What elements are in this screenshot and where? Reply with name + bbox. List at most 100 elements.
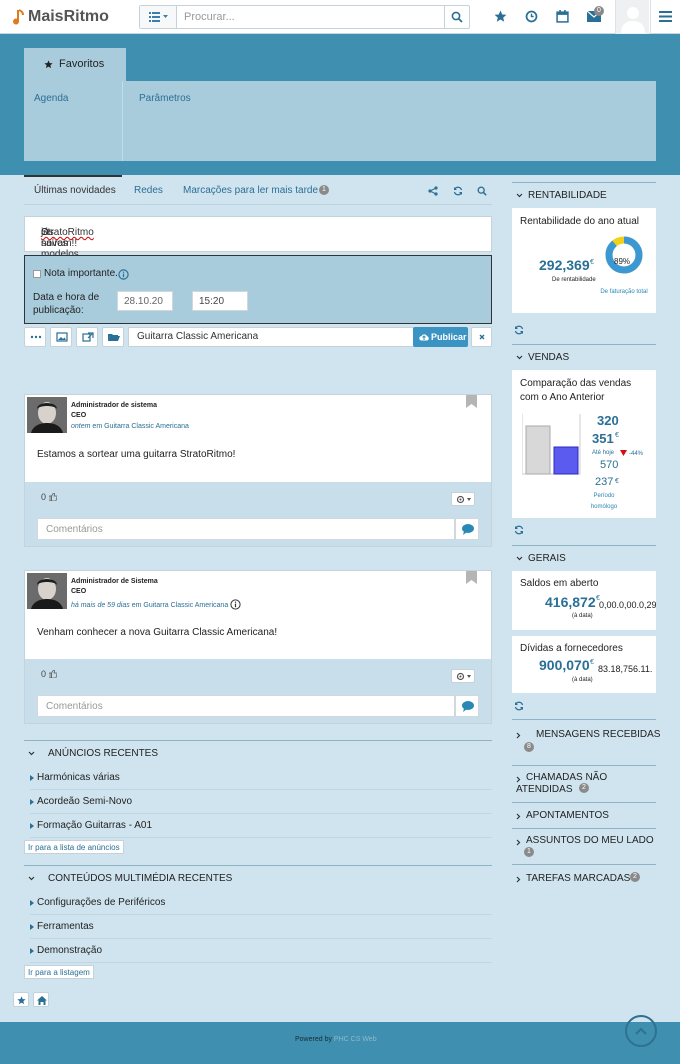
divider — [122, 81, 123, 161]
tab-marcacoes[interactable]: Marcações para ler mais tarde — [183, 185, 318, 196]
author-photo[interactable] — [27, 573, 67, 609]
post-meta: ontem em Guitarra Classic Americana — [71, 423, 189, 430]
comment-input[interactable]: Comentários — [37, 518, 455, 540]
post-options-button[interactable] — [451, 669, 475, 683]
clock-icon[interactable] — [525, 10, 538, 23]
list-item[interactable]: Configurações de Periféricos — [30, 891, 492, 915]
category-value: Guitarra Classic Americana — [137, 331, 259, 342]
widget-header-gerais[interactable]: GERAIS — [512, 545, 656, 571]
ads-list-link[interactable]: Ir para a lista de anúncios — [24, 840, 124, 854]
list-item[interactable]: Acordeão Semi-Novo — [30, 790, 492, 814]
author-photo[interactable] — [27, 397, 67, 433]
comment-input[interactable]: Comentários — [37, 695, 455, 717]
info-icon[interactable] — [118, 269, 129, 280]
arrow-down-icon — [620, 450, 627, 456]
sales-value-4: 237 — [595, 476, 614, 488]
date-input[interactable]: 28.10.20 — [117, 291, 173, 311]
refresh-icon[interactable] — [514, 525, 524, 535]
publish-button[interactable]: Publicar — [413, 327, 468, 347]
media-list-link[interactable]: Ir para a listagem — [24, 965, 94, 979]
favorite-page-button[interactable] — [13, 992, 29, 1007]
media-section-title[interactable]: CONTEÚDOS MULTIMÉDIA RECENTES — [48, 873, 232, 884]
caret-right-icon — [30, 900, 34, 906]
post-author[interactable]: Administrador de sistema — [71, 402, 157, 409]
widget-header-apontamentos[interactable]: APONTAMENTOS — [512, 802, 656, 828]
cloud-upload-icon — [419, 334, 429, 341]
widget-title: MENSAGENS RECEBIDAS — [536, 729, 661, 740]
info-icon[interactable] — [230, 599, 241, 610]
list-item[interactable]: Formação Guitarras - A01 — [30, 814, 492, 838]
search-icon[interactable] — [477, 186, 487, 196]
scroll-to-top-button[interactable] — [625, 1015, 657, 1047]
chevron-down-icon — [516, 355, 523, 360]
refresh-icon[interactable] — [453, 186, 463, 196]
favorite-link-parametros[interactable]: Parâmetros — [139, 93, 191, 104]
bookmark-icon[interactable] — [466, 395, 477, 408]
sidebar: RENTABILIDADE Rentabilidade do ano atual… — [512, 182, 660, 1022]
chevron-down-icon[interactable] — [28, 751, 35, 756]
menu-button[interactable] — [650, 0, 680, 34]
widget-header-rentabilidade[interactable]: RENTABILIDADE — [512, 182, 656, 208]
calendar-icon[interactable] — [556, 10, 569, 23]
widget-header-vendas[interactable]: VENDAS — [512, 344, 656, 370]
star-icon — [17, 996, 26, 1005]
tab-ultimas-novidades[interactable]: Últimas novidades — [34, 185, 116, 196]
list-item[interactable]: Harmónicas várias — [30, 766, 492, 790]
like-button[interactable]: 0 — [41, 492, 57, 502]
ads-section-title[interactable]: ANÚNCIOS RECENTES — [48, 748, 158, 759]
caret-right-icon — [30, 823, 34, 829]
powered-by-text: Powered by — [295, 1036, 332, 1043]
post-composer-input[interactable]: Os novos modelos da StratoRitmo já saíra… — [24, 216, 492, 271]
folder-button[interactable] — [102, 327, 124, 347]
bookmark-icon[interactable] — [466, 571, 477, 584]
image-button[interactable] — [50, 327, 72, 347]
caret-right-icon — [30, 924, 34, 930]
saldos-extra: 0,00.0,00.0,298 — [599, 600, 656, 610]
widget-header-tarefas[interactable]: TAREFAS MARCADAS 2 — [512, 864, 656, 890]
external-link-button[interactable] — [76, 327, 98, 347]
tab-favorites[interactable]: Favoritos — [24, 48, 126, 81]
more-button[interactable] — [24, 327, 46, 347]
tab-redes[interactable]: Redes — [134, 185, 163, 196]
list-item-label: Acordeão Semi-Novo — [37, 796, 133, 807]
post-options-button[interactable] — [451, 492, 475, 506]
chevron-down-icon[interactable] — [28, 876, 35, 881]
search-type-dropdown[interactable] — [140, 6, 177, 28]
post-author[interactable]: Administrador de Sistema — [71, 578, 158, 585]
widget-title: VENDAS — [528, 352, 570, 363]
like-button[interactable]: 0 — [41, 669, 57, 679]
send-comment-button[interactable] — [455, 518, 479, 540]
refresh-icon[interactable] — [514, 325, 524, 335]
widget-header-assuntos[interactable]: ASSUNTOS DO MEU LADO 1 — [512, 828, 656, 864]
important-checkbox[interactable] — [33, 270, 41, 278]
chevron-right-icon — [516, 732, 521, 739]
star-icon[interactable] — [494, 10, 507, 23]
list-item[interactable]: Ferramentas — [30, 915, 492, 939]
post-group-link[interactable]: Guitarra Classic Americana — [104, 423, 189, 430]
list-item[interactable]: Demonstração — [30, 939, 492, 963]
refresh-icon[interactable] — [514, 701, 524, 711]
author-portrait — [27, 573, 67, 609]
widget-header-mensagens[interactable]: MENSAGENS RECEBIDAS 8 — [512, 719, 660, 763]
user-avatar[interactable] — [615, 0, 649, 34]
category-select[interactable]: Guitarra Classic Americana — [128, 327, 434, 347]
post-footer: 0 Comentários — [25, 482, 491, 546]
set-home-button[interactable] — [33, 992, 49, 1007]
card-title: Dívidas a fornecedores — [520, 643, 623, 654]
search-button[interactable] — [444, 6, 469, 28]
share-icon[interactable] — [428, 186, 438, 196]
favorite-link-agenda[interactable]: Agenda — [34, 93, 68, 104]
datetime-label: Data e hora de publicação: — [33, 292, 100, 316]
chevron-right-icon — [516, 876, 521, 883]
send-comment-button[interactable] — [455, 695, 479, 717]
widget-header-chamadas[interactable]: CHAMADAS NÃO ATENDIDAS 2 — [512, 765, 656, 802]
cancel-post-button[interactable] — [471, 327, 492, 347]
external-link-icon — [82, 332, 94, 342]
search-input[interactable]: Procurar... — [184, 11, 235, 23]
widget-title: RENTABILIDADE — [528, 190, 607, 201]
powered-by-brand[interactable]: PHC CS Web — [334, 1036, 377, 1043]
currency-symbol: € — [615, 478, 619, 485]
publish-label: Publicar — [431, 332, 467, 342]
post-group-link[interactable]: Guitarra Classic Americana — [143, 602, 228, 609]
time-input[interactable]: 15:20 — [192, 291, 248, 311]
